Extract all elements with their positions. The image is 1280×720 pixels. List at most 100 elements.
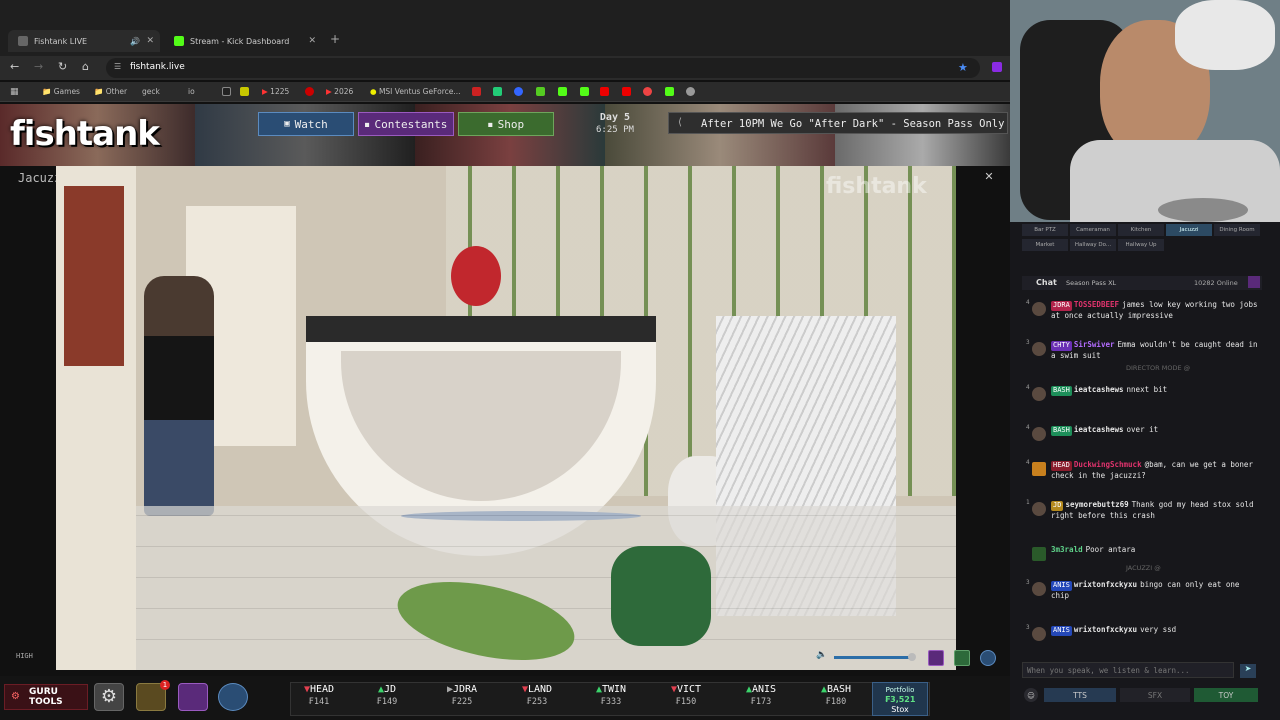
camera-tab-kitchen[interactable]: Kitchen bbox=[1118, 224, 1164, 236]
youtube-bookmark-icon[interactable] bbox=[600, 87, 609, 96]
stock-bash[interactable]: ▲BASH ₣180 bbox=[806, 684, 866, 707]
chat-tab[interactable]: Chat bbox=[1036, 278, 1057, 287]
kick-bookmark-icon[interactable] bbox=[580, 87, 589, 96]
record-icon[interactable] bbox=[980, 650, 996, 666]
sfx-button[interactable]: SFX bbox=[1120, 688, 1190, 702]
username[interactable]: ieatcashews bbox=[1074, 385, 1124, 394]
username[interactable]: SirSwiver bbox=[1074, 340, 1115, 349]
bookmark-icon[interactable] bbox=[514, 87, 523, 96]
avatar[interactable] bbox=[1032, 387, 1046, 401]
watch-button[interactable]: ▣ Watch bbox=[258, 112, 354, 136]
stock-vict[interactable]: ▼VICT ₣150 bbox=[656, 684, 716, 707]
site-info-icon[interactable]: ☰ bbox=[114, 62, 121, 71]
camera-tab-hallway-down[interactable]: Hallway Do... bbox=[1070, 239, 1116, 251]
season-pass-tab[interactable]: Season Pass XL bbox=[1066, 279, 1116, 287]
close-video-icon[interactable]: ✕ bbox=[981, 170, 997, 186]
camera-tab-bar-ptz[interactable]: Bar PTZ bbox=[1022, 224, 1068, 236]
bookmark-msi[interactable]: ● MSI Ventus GeForce... bbox=[370, 87, 461, 96]
stock-anis[interactable]: ▲ANIS ₣173 bbox=[731, 684, 791, 707]
bookmark-1225[interactable]: ▶ 1225 bbox=[262, 87, 289, 96]
avatar[interactable] bbox=[1032, 427, 1046, 441]
volume-slider[interactable] bbox=[834, 656, 912, 659]
volume-icon[interactable]: 🔈 bbox=[816, 650, 827, 660]
bookmark-icon[interactable] bbox=[222, 87, 231, 96]
chat-settings-icon[interactable] bbox=[1248, 276, 1260, 288]
stock-land[interactable]: ▼LAND ₣253 bbox=[507, 684, 567, 707]
shop-button[interactable]: ◼ Shop bbox=[458, 112, 554, 136]
fishtank-logo[interactable]: fishtank bbox=[10, 114, 160, 154]
map-icon[interactable] bbox=[218, 683, 248, 711]
avatar[interactable] bbox=[1032, 342, 1046, 356]
reload-icon[interactable]: ↻ bbox=[58, 60, 67, 73]
portfolio-button[interactable]: Portfolio ₣3,521 Stox bbox=[872, 682, 928, 716]
bookmark-icon[interactable] bbox=[536, 87, 545, 96]
stock-jd[interactable]: ▲JD ₣149 bbox=[357, 684, 417, 707]
username[interactable]: ieatcashews bbox=[1074, 425, 1124, 434]
toy-button[interactable]: TOY bbox=[1194, 688, 1258, 702]
fullscreen-icon[interactable] bbox=[954, 650, 970, 666]
jacuzzi-mode-label: JACUZZI @ bbox=[1126, 564, 1161, 572]
close-tab-icon[interactable]: ✕ bbox=[308, 36, 316, 46]
bookmark-games[interactable]: 📁 Games bbox=[42, 87, 80, 96]
volume-slider-handle[interactable] bbox=[908, 653, 916, 661]
username[interactable]: wrixtonfxckyxu bbox=[1074, 580, 1137, 589]
new-tab-icon[interactable]: + bbox=[330, 32, 340, 46]
username[interactable]: 3m3rald bbox=[1051, 545, 1083, 554]
stock-jdra[interactable]: ▶JDRA ₣225 bbox=[432, 684, 492, 707]
ticker-arrow-icon[interactable]: ⟨ bbox=[677, 117, 683, 128]
youtube-bookmark-icon[interactable] bbox=[622, 87, 631, 96]
camera-tab-dining-room[interactable]: Dining Room bbox=[1214, 224, 1260, 236]
avatar[interactable] bbox=[1032, 582, 1046, 596]
close-tab-icon[interactable]: ✕ bbox=[146, 36, 154, 46]
bookmark-icon[interactable] bbox=[472, 87, 481, 96]
bookmark-icon[interactable] bbox=[493, 87, 502, 96]
avatar[interactable] bbox=[1032, 627, 1046, 641]
username[interactable]: DuckwingSchmuck bbox=[1074, 460, 1142, 469]
camera-tab-jacuzzi[interactable]: Jacuzzi bbox=[1166, 224, 1212, 236]
username[interactable]: wrixtonfxckyxu bbox=[1074, 625, 1137, 634]
bookmark-io[interactable]: io bbox=[188, 87, 195, 96]
camera-tab-cameraman[interactable]: Cameraman bbox=[1070, 224, 1116, 236]
video-player[interactable] bbox=[56, 166, 956, 670]
back-icon[interactable]: ← bbox=[10, 60, 19, 73]
extension-icon[interactable] bbox=[992, 62, 1002, 72]
bookmark-star-icon[interactable]: ★ bbox=[958, 61, 968, 74]
apps-icon[interactable]: ▦ bbox=[10, 87, 19, 97]
camera-tab-market[interactable]: Market bbox=[1022, 239, 1068, 251]
chat-input[interactable]: When you speak, we listen & learn... bbox=[1022, 662, 1234, 678]
home-icon[interactable]: ⌂ bbox=[82, 60, 89, 73]
bookmark-icon[interactable] bbox=[305, 87, 314, 96]
send-icon[interactable]: ➤ bbox=[1240, 664, 1256, 678]
forward-icon[interactable]: → bbox=[34, 60, 43, 73]
day-clock: Day 5 6:25 PM bbox=[596, 112, 634, 136]
camera-tab-hallway-up[interactable]: Hallway Up bbox=[1118, 239, 1164, 251]
bookmark-2026[interactable]: ▶ 2026 bbox=[326, 87, 353, 96]
avatar[interactable] bbox=[1032, 547, 1046, 561]
tickets-icon[interactable] bbox=[178, 683, 208, 711]
kick-bookmark-icon[interactable] bbox=[558, 87, 567, 96]
clip-icon[interactable] bbox=[928, 650, 944, 666]
contestants-button[interactable]: ◼ Contestants bbox=[358, 112, 454, 136]
guru-tools-button[interactable]: ⚙ GURU TOOLS bbox=[4, 684, 88, 710]
emoji-icon[interactable]: ☺ bbox=[1024, 688, 1038, 702]
tab-kick-dashboard[interactable]: Stream - Kick Dashboard ✕ bbox=[164, 30, 322, 52]
bookmark-icon[interactable] bbox=[240, 87, 249, 96]
avatar[interactable] bbox=[1032, 302, 1046, 316]
username[interactable]: seymorebuttz69 bbox=[1065, 500, 1128, 509]
kick-bookmark-icon[interactable] bbox=[665, 87, 674, 96]
github-bookmark-icon[interactable] bbox=[686, 87, 695, 96]
stock-twin[interactable]: ▲TWIN ₣333 bbox=[581, 684, 641, 707]
avatar[interactable] bbox=[1032, 462, 1046, 476]
tts-button[interactable]: TTS bbox=[1044, 688, 1116, 702]
avatar[interactable] bbox=[1032, 502, 1046, 516]
bookmark-other[interactable]: 📁 Other bbox=[94, 87, 127, 96]
url-input[interactable]: ☰ fishtank.live bbox=[106, 58, 980, 78]
bookmark-icon[interactable] bbox=[643, 87, 652, 96]
username[interactable]: TOSSEDBEEF bbox=[1074, 300, 1119, 309]
tab-fishtank[interactable]: Fishtank LIVE 🔊 ✕ bbox=[8, 30, 160, 52]
quality-label[interactable]: HIGH bbox=[16, 652, 33, 660]
stock-head[interactable]: ▼HEAD ₣141 bbox=[289, 684, 349, 707]
settings-gear-icon[interactable]: ⚙ bbox=[94, 683, 124, 711]
bookmark-geck[interactable]: geck bbox=[142, 87, 160, 96]
speaker-icon[interactable]: 🔊 bbox=[130, 37, 140, 46]
